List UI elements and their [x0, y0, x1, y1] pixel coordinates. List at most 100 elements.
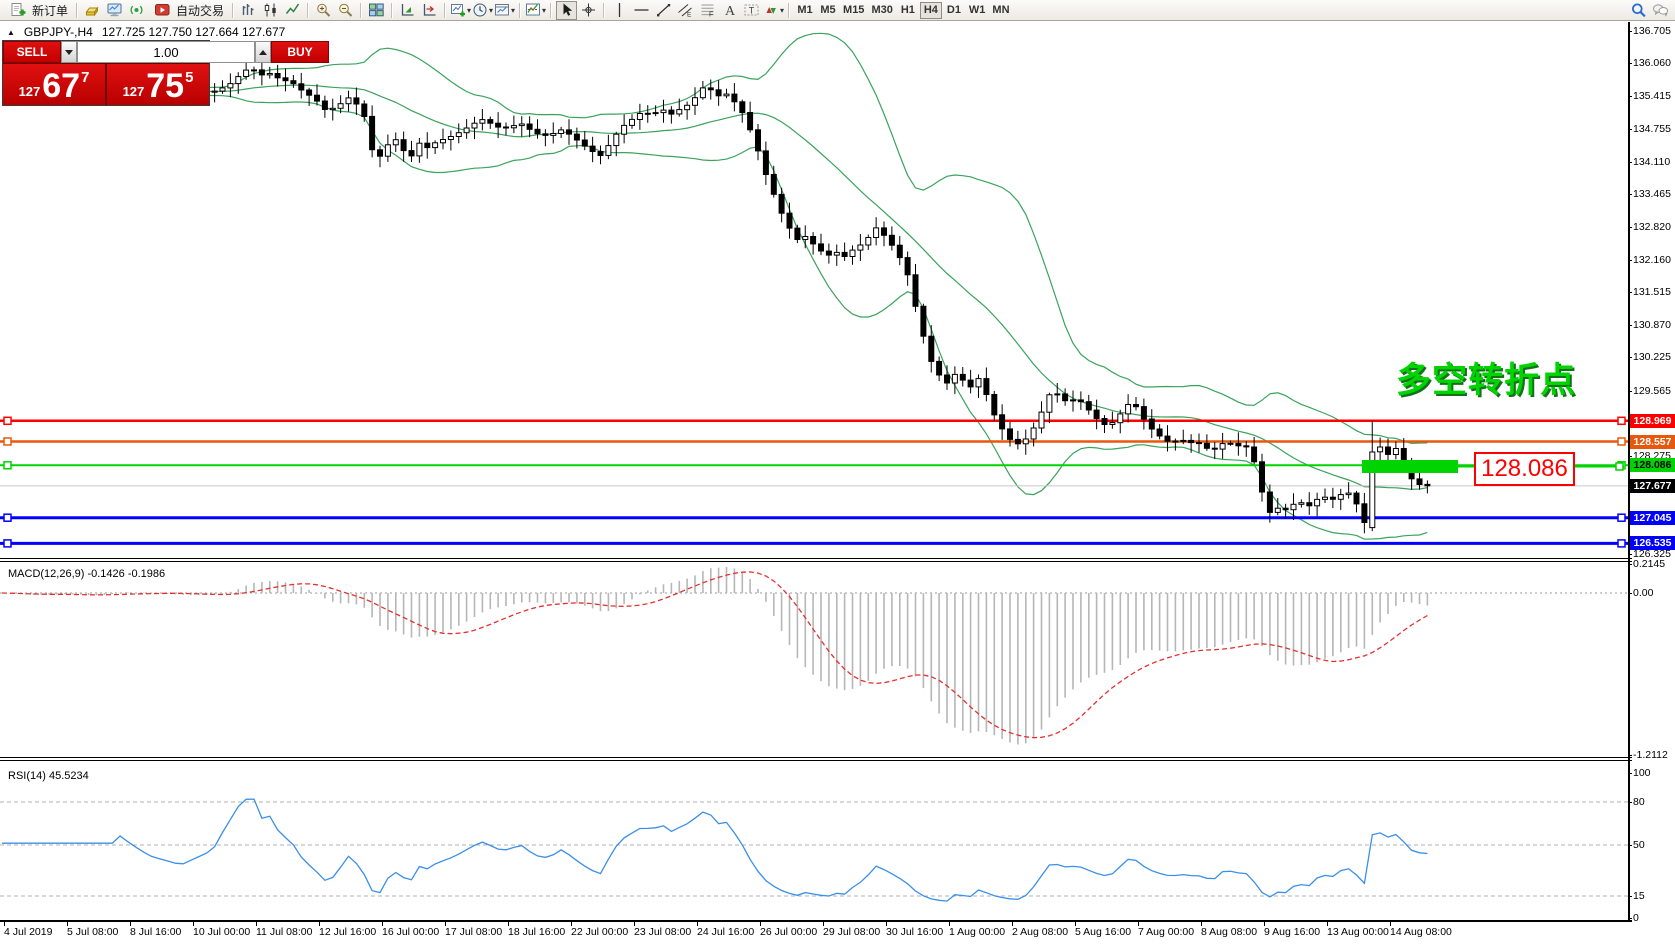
bull-bear-turning-point-annotation[interactable]: 多空转折点: [1396, 352, 1576, 403]
signal-icon[interactable]: [126, 1, 147, 20]
price-axis-label: 134.110: [1633, 156, 1670, 168]
green-highlight-bar[interactable]: [1362, 460, 1458, 473]
candle: [1330, 488, 1335, 508]
chart-canvas: [0, 0, 1675, 944]
time-axis-label: 13 Aug 00:00: [1327, 926, 1389, 938]
fibonacci-icon[interactable]: F: [697, 1, 718, 20]
timeframe-button-w1[interactable]: W1: [966, 2, 989, 19]
sell-button[interactable]: SELL: [3, 41, 61, 63]
time-axis-label: 4 Jul 2019: [4, 926, 52, 938]
crosshair-icon[interactable]: [578, 1, 599, 20]
line-anchor-marker[interactable]: [4, 540, 11, 547]
candle-body: [1157, 429, 1162, 436]
buy-price-button[interactable]: 127755: [107, 64, 209, 105]
candle-body: [1378, 447, 1383, 452]
horizontal-line-icon[interactable]: [631, 1, 652, 20]
collapse-panel-icon[interactable]: ▲: [7, 28, 15, 37]
candle-body: [897, 245, 902, 257]
time-axis-tick: [1327, 922, 1328, 926]
trendline-icon[interactable]: [653, 1, 674, 20]
line-anchor-marker[interactable]: [4, 514, 11, 521]
price-axis-label: 129.565: [1633, 385, 1671, 397]
candle-body: [874, 228, 879, 238]
candle: [401, 132, 406, 162]
timeframe-button-h4[interactable]: H4: [920, 2, 942, 19]
candle-body: [795, 228, 800, 239]
line-anchor-marker[interactable]: [1618, 514, 1625, 521]
zoom-in-icon[interactable]: [313, 1, 334, 20]
macd-axis-tick: [1628, 593, 1632, 594]
panel-separator[interactable]: [0, 558, 1632, 562]
candle-body: [685, 105, 690, 109]
time-axis-tick: [130, 922, 131, 926]
tile-windows-icon[interactable]: [366, 1, 387, 20]
candles-series: [204, 59, 1430, 533]
zoom-out-icon[interactable]: [335, 1, 356, 20]
candle-body: [1244, 446, 1249, 447]
candle-body: [1141, 407, 1146, 419]
price-axis-tick: [1628, 292, 1632, 293]
indicators-icon[interactable]: ▾: [525, 1, 546, 20]
bollinger-upper-band: [65, 33, 1427, 443]
timeframe-button-m1[interactable]: M1: [794, 2, 816, 19]
volume-decrease-button[interactable]: [61, 41, 77, 63]
new-chart-icon[interactable]: ▾: [450, 1, 471, 20]
candle-body: [1078, 400, 1083, 402]
candle: [535, 119, 540, 139]
line-anchor-marker[interactable]: [4, 417, 11, 424]
bar-chart-icon[interactable]: [238, 1, 259, 20]
vertical-line-icon[interactable]: [609, 1, 630, 20]
candle: [1031, 423, 1036, 447]
line-chart-icon[interactable]: [282, 1, 303, 20]
equidistant-channel-icon[interactable]: E: [675, 1, 696, 20]
volume-input[interactable]: [77, 41, 255, 63]
sell-price-button[interactable]: 127677: [3, 64, 105, 105]
market-monitor-icon[interactable]: [104, 1, 125, 20]
candle-body: [354, 98, 359, 104]
line-anchor-marker[interactable]: [1618, 540, 1625, 547]
candle: [267, 67, 272, 79]
quote-prices-row: 127677 127755: [3, 63, 209, 105]
chart-shift-icon[interactable]: [419, 1, 440, 20]
timeframe-button-d1[interactable]: D1: [943, 2, 965, 19]
new-order-button[interactable]: 新订单: [4, 1, 72, 20]
chart-template-icon[interactable]: ▾: [494, 1, 515, 20]
cursor-icon[interactable]: [556, 1, 577, 20]
macd-indicator-label: MACD(12,26,9) -0.1426 -0.1986: [8, 568, 165, 580]
timeframe-button-m30[interactable]: M30: [868, 2, 895, 19]
arrows-icon[interactable]: ▾: [763, 1, 784, 20]
gold-box-icon[interactable]: [82, 1, 103, 20]
timeframe-button-m5[interactable]: M5: [817, 2, 839, 19]
line-anchor-marker[interactable]: [4, 462, 11, 469]
line-anchor-marker[interactable]: [1618, 438, 1625, 445]
time-axis-label: 30 Jul 16:00: [886, 926, 943, 938]
line-anchor-marker[interactable]: [1618, 417, 1625, 424]
candle-body: [1228, 443, 1233, 444]
profiles-clock-icon[interactable]: ▾: [472, 1, 493, 20]
autotrading-button[interactable]: 自动交易: [148, 1, 228, 20]
timeframe-button-m15[interactable]: M15: [840, 2, 867, 19]
candle: [1244, 441, 1249, 457]
timeframe-button-h1[interactable]: H1: [897, 2, 919, 19]
line-anchor-marker[interactable]: [1616, 463, 1623, 470]
panel-separator[interactable]: [0, 757, 1632, 761]
auto-scroll-icon[interactable]: [397, 1, 418, 20]
search-icon[interactable]: [1628, 1, 1649, 20]
timeframe-button-mn[interactable]: MN: [989, 2, 1012, 19]
buy-button[interactable]: BUY: [271, 41, 329, 63]
time-axis-tick: [1138, 922, 1139, 926]
price-axis-tick: [1628, 456, 1632, 457]
line-anchor-marker[interactable]: [4, 438, 11, 445]
volume-increase-button[interactable]: [255, 41, 271, 63]
price-level-callout[interactable]: 128.086: [1474, 452, 1575, 486]
candle-body: [1338, 495, 1343, 500]
text-icon[interactable]: A: [719, 1, 740, 20]
price-badge-128.557: 128.557: [1630, 435, 1675, 449]
text-label-icon[interactable]: T: [741, 1, 762, 20]
candle-body: [228, 84, 233, 88]
candle: [716, 80, 721, 106]
time-axis-tick: [823, 922, 824, 926]
price-axis-tick: [1628, 260, 1632, 261]
candlestick-chart-icon[interactable]: [260, 1, 281, 20]
chat-icon[interactable]: [1650, 1, 1671, 20]
